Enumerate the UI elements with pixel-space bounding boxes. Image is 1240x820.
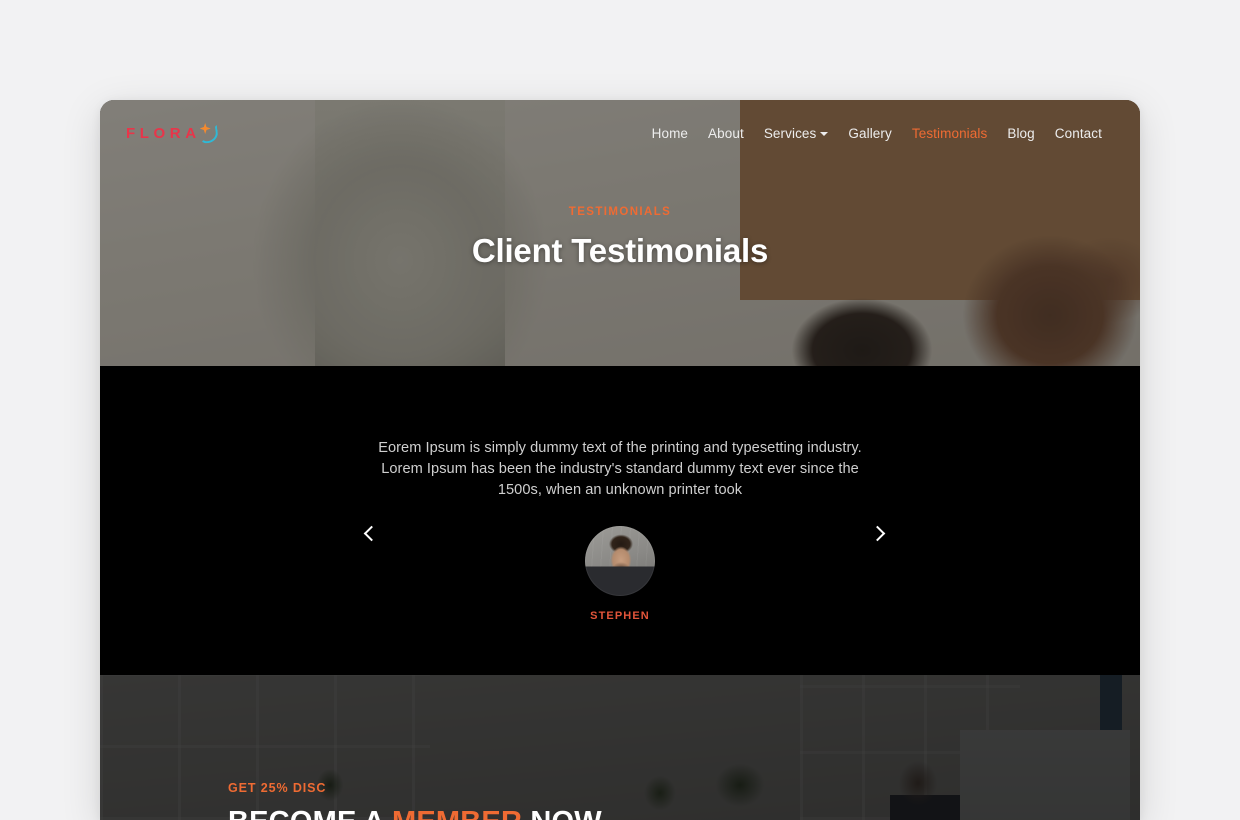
chevron-down-icon: [820, 132, 829, 136]
nav-label-home: Home: [651, 125, 689, 141]
cta-title-accent: MEMBER: [392, 806, 522, 820]
cta-section: GET 25% DISC BECOME A MEMBER NOW: [100, 675, 1140, 820]
nav-item-home: Home: [642, 120, 698, 147]
site-logo[interactable]: FLORA: [126, 118, 220, 148]
nav-link-home[interactable]: Home: [642, 120, 698, 147]
logo-swoosh-icon: [197, 122, 220, 145]
testimonial-author: STEPHEN: [100, 526, 1140, 622]
page-title: Client Testimonials: [471, 232, 769, 269]
main-navigation: FLORA Home About Services Gallery Testim…: [100, 100, 1140, 166]
nav-link-about[interactable]: About: [698, 120, 754, 147]
cta-title-part2: NOW: [522, 806, 602, 820]
testimonial-quote: Eorem Ipsum is simply dummy text of the …: [378, 440, 862, 498]
nav-label-blog: Blog: [1007, 125, 1035, 141]
nav-item-contact: Contact: [1045, 120, 1112, 147]
hero-section: FLORA Home About Services Gallery Testim…: [100, 100, 1140, 366]
nav-label-testimonials: Testimonials: [911, 125, 988, 141]
logo-text: FLORA: [126, 124, 201, 142]
nav-item-testimonials: Testimonials: [902, 120, 997, 147]
cta-title: BECOME A MEMBER NOW: [228, 806, 602, 820]
nav-label-gallery: Gallery: [848, 125, 892, 141]
site-frame: FLORA Home About Services Gallery Testim…: [100, 100, 1140, 820]
nav-link-contact[interactable]: Contact: [1045, 120, 1112, 147]
avatar: [585, 526, 655, 596]
nav-item-blog: Blog: [997, 120, 1044, 147]
cta-copy: GET 25% DISC BECOME A MEMBER NOW: [228, 781, 602, 820]
hero-copy: TESTIMONIALS Client Testimonials: [100, 206, 1140, 270]
nav-label-contact: Contact: [1054, 125, 1102, 141]
nav-link-gallery[interactable]: Gallery: [838, 120, 901, 147]
nav-link-services[interactable]: Services: [754, 120, 839, 147]
nav-label-services: Services: [763, 125, 817, 141]
testimonial-carousel-section: Eorem Ipsum is simply dummy text of the …: [100, 366, 1140, 675]
nav-link-blog[interactable]: Blog: [997, 120, 1044, 147]
nav-label-about: About: [708, 125, 744, 141]
nav-item-about: About: [698, 120, 754, 147]
nav-link-testimonials[interactable]: Testimonials: [902, 120, 997, 147]
cta-kicker: GET 25% DISC: [228, 781, 327, 795]
page-canvas: FLORA Home About Services Gallery Testim…: [0, 0, 1240, 820]
nav-item-services: Services: [754, 120, 839, 147]
hero-kicker: TESTIMONIALS: [568, 206, 672, 218]
nav-links: Home About Services Gallery Testimonials…: [642, 120, 1112, 147]
nav-item-gallery: Gallery: [838, 120, 901, 147]
testimonial-author-name: STEPHEN: [590, 610, 650, 622]
cta-title-part1: BECOME A: [228, 806, 392, 820]
